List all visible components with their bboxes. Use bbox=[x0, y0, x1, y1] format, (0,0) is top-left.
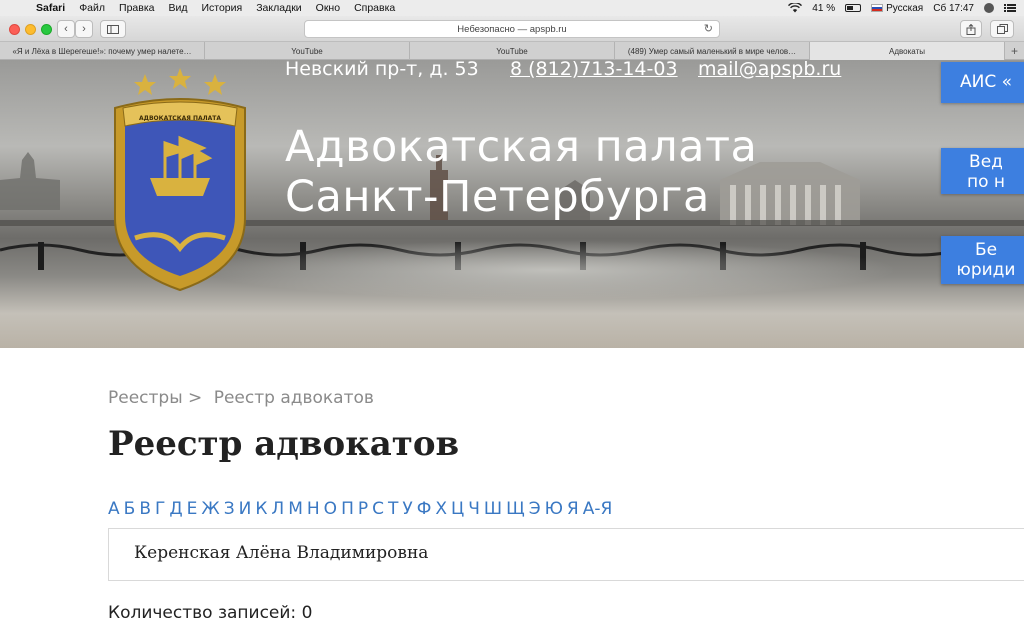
ais-button[interactable]: АИС « bbox=[941, 62, 1024, 103]
site-title-line2: Санкт-Петербурга bbox=[285, 172, 710, 222]
siri-icon[interactable] bbox=[984, 3, 994, 13]
alphabet-letter-link[interactable]: Ш bbox=[484, 499, 502, 519]
alphabet-letter-link[interactable]: А bbox=[108, 499, 120, 519]
alphabet-letter-link[interactable]: Ю bbox=[545, 499, 563, 519]
sidebar-button[interactable] bbox=[100, 20, 126, 38]
vedomosti-button[interactable]: Вед по н bbox=[941, 148, 1024, 194]
alphabet-letter-link[interactable]: Щ bbox=[506, 499, 525, 519]
alphabet-letter-link[interactable]: Ф bbox=[417, 499, 432, 519]
alphabet-letter-link[interactable]: О bbox=[324, 499, 337, 519]
browser-toolbar: ‹ › Небезопасно — apspb.ru ↻ bbox=[0, 16, 1024, 42]
macos-menubar: Safari Файл Правка Вид История Закладки … bbox=[0, 0, 1024, 16]
alphabet-letter-link[interactable]: Е bbox=[187, 499, 198, 519]
breadcrumb-current: Реестр адвокатов bbox=[213, 388, 374, 408]
menu-edit[interactable]: Правка bbox=[119, 2, 154, 14]
menu-history[interactable]: История bbox=[201, 2, 242, 14]
sidebar-icon bbox=[107, 24, 119, 34]
site-title-line1: Адвокатская палата bbox=[285, 122, 758, 172]
alphabet-letter-link[interactable]: Я bbox=[567, 499, 579, 519]
address-bar[interactable]: Небезопасно — apspb.ru ↻ bbox=[304, 20, 720, 38]
breadcrumb-registries-link[interactable]: Реестры bbox=[108, 388, 183, 408]
alphabet-letter-link[interactable]: С bbox=[372, 499, 384, 519]
tab-4[interactable]: (489) Умер самый маленький в мире челов… bbox=[615, 42, 810, 60]
site-header-hero: АДВОКАТСКАЯ ПАЛАТА Невский пр-т, д. 53 8… bbox=[0, 60, 1024, 348]
menu-view[interactable]: Вид bbox=[168, 2, 187, 14]
alphabet-letter-link[interactable]: Г bbox=[155, 499, 165, 519]
alphabet-letter-link[interactable]: И bbox=[239, 499, 252, 519]
svg-text:АДВОКАТСКАЯ ПАЛАТА: АДВОКАТСКАЯ ПАЛАТА bbox=[139, 115, 221, 122]
menu-safari[interactable]: Safari bbox=[36, 2, 65, 14]
chamber-emblem-logo: АДВОКАТСКАЯ ПАЛАТА bbox=[114, 68, 246, 292]
page-title: Реестр адвокатов bbox=[108, 424, 460, 464]
menubar-clock[interactable]: Сб 17:47 bbox=[933, 3, 974, 14]
forward-button[interactable]: › bbox=[75, 20, 93, 38]
tab-bar: «Я и Лёха в Шерегеше!»: почему умер нале… bbox=[0, 42, 1024, 60]
alphabet-letter-link[interactable]: У bbox=[402, 499, 412, 519]
share-button[interactable] bbox=[960, 20, 982, 38]
header-address: Невский пр-т, д. 53 bbox=[285, 60, 479, 80]
input-source[interactable]: Русская bbox=[871, 3, 923, 14]
alphabet-letter-link[interactable]: П bbox=[341, 499, 354, 519]
alphabet-letter-link[interactable]: Ч bbox=[468, 499, 480, 519]
alphabet-letter-link[interactable]: В bbox=[139, 499, 151, 519]
lawyer-search-input[interactable]: Керенская Алёна Владимировна bbox=[108, 528, 1024, 581]
battery-icon[interactable] bbox=[845, 4, 862, 12]
header-email-link[interactable]: mail@apspb.ru bbox=[698, 60, 841, 80]
alphabet-letter-link[interactable]: З bbox=[224, 499, 235, 519]
new-tab-button[interactable]: + bbox=[1005, 42, 1024, 59]
close-window-button[interactable] bbox=[9, 24, 20, 35]
breadcrumb: Реестры > Реестр адвокатов bbox=[108, 388, 374, 408]
wifi-icon[interactable] bbox=[788, 3, 803, 13]
chevron-left-icon: ‹ bbox=[64, 23, 68, 35]
alphabet-letter-link[interactable]: А-Я bbox=[583, 499, 613, 519]
russian-flag-icon bbox=[871, 3, 884, 12]
menu-file[interactable]: Файл bbox=[79, 2, 105, 14]
menu-window[interactable]: Окно bbox=[316, 2, 340, 14]
tab-3[interactable]: YouTube bbox=[410, 42, 615, 60]
address-text: Небезопасно — apspb.ru bbox=[457, 23, 567, 35]
tabs-icon bbox=[996, 24, 1008, 34]
plus-icon: + bbox=[1010, 43, 1018, 58]
alphabet-filter: А Б В Г Д Е Ж З И К Л М Н О П Р С Т У Ф Х Ц Ч Ш Щ Э Ю Я А-Я bbox=[108, 499, 616, 519]
free-legal-aid-button[interactable]: Бе юриди bbox=[941, 236, 1024, 284]
breadcrumb-separator: > bbox=[188, 388, 203, 408]
back-button[interactable]: ‹ bbox=[57, 20, 75, 38]
alphabet-letter-link[interactable]: Н bbox=[307, 499, 320, 519]
zoom-window-button[interactable] bbox=[41, 24, 52, 35]
alphabet-letter-link[interactable]: Ц bbox=[451, 499, 464, 519]
minimize-window-button[interactable] bbox=[25, 24, 36, 35]
header-phone-link[interactable]: 8 (812)713-14-03 bbox=[510, 60, 678, 80]
tab-5-active[interactable]: Адвокаты bbox=[810, 42, 1005, 60]
battery-percent: 41 % bbox=[812, 2, 836, 14]
alphabet-letter-link[interactable]: Т bbox=[388, 499, 398, 519]
alphabet-letter-link[interactable]: Э bbox=[529, 499, 541, 519]
alphabet-letter-link[interactable]: М bbox=[288, 499, 303, 519]
alphabet-letter-link[interactable]: Л bbox=[271, 499, 284, 519]
alphabet-letter-link[interactable]: Ж bbox=[201, 499, 219, 519]
share-icon bbox=[966, 23, 976, 35]
alphabet-letter-link[interactable]: Х bbox=[435, 499, 447, 519]
alphabet-letter-link[interactable]: Р bbox=[358, 499, 368, 519]
tab-overview-button[interactable] bbox=[990, 20, 1014, 38]
menu-bookmarks[interactable]: Закладки bbox=[256, 2, 301, 14]
records-count: Количество записей: 0 bbox=[108, 603, 313, 623]
chevron-right-icon: › bbox=[82, 23, 86, 35]
alphabet-letter-link[interactable]: Д bbox=[169, 499, 182, 519]
alphabet-letter-link[interactable]: К bbox=[255, 499, 267, 519]
tab-2[interactable]: YouTube bbox=[205, 42, 410, 60]
alphabet-letter-link[interactable]: Б bbox=[124, 499, 136, 519]
tab-1[interactable]: «Я и Лёха в Шерегеше!»: почему умер нале… bbox=[0, 42, 205, 60]
river-reflection bbox=[200, 240, 900, 300]
reload-icon[interactable]: ↻ bbox=[704, 22, 713, 35]
notification-center-icon[interactable] bbox=[1004, 3, 1016, 13]
menu-help[interactable]: Справка bbox=[354, 2, 395, 14]
